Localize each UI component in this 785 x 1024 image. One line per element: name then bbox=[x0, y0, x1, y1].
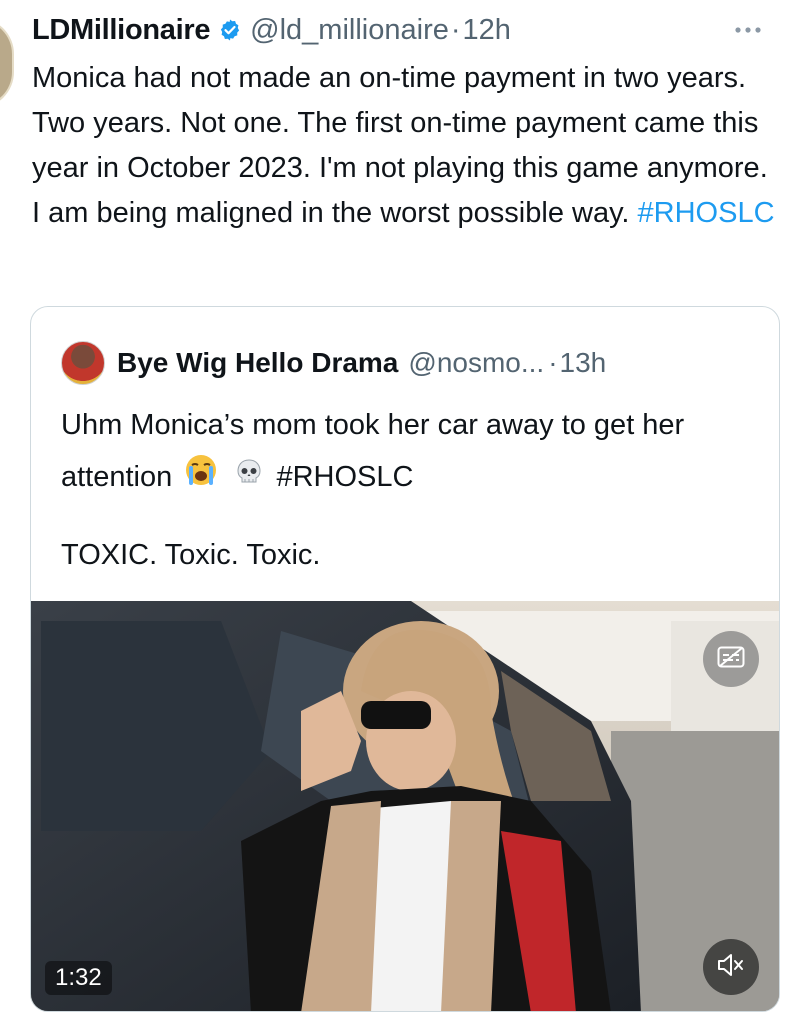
video-player[interactable]: 1:32 bbox=[31, 601, 779, 1011]
quoted-tweet-text-line: TOXIC. Toxic. Toxic. bbox=[61, 539, 321, 571]
skull-emoji bbox=[234, 452, 264, 504]
tweet-header: LDMillionaire @ld_millionaire · 12h bbox=[32, 6, 511, 54]
tweet-text: Monica had not made an on-time payment i… bbox=[32, 56, 777, 236]
quoted-tweet-text: Uhm Monica’s mom took her car away to ge… bbox=[61, 399, 761, 504]
author-handle[interactable]: @ld_millionaire bbox=[250, 14, 449, 47]
quoted-tweet-header: Bye Wig Hello Drama @nosmo... · 13h bbox=[61, 337, 606, 389]
author-avatar[interactable] bbox=[0, 18, 14, 108]
verified-badge-icon bbox=[218, 18, 242, 42]
author-display-name[interactable]: LDMillionaire bbox=[32, 14, 210, 47]
quoted-author-handle[interactable]: @nosmo... bbox=[408, 347, 544, 379]
quoted-time-separator: · bbox=[548, 347, 558, 378]
captions-button[interactable] bbox=[703, 631, 759, 687]
quoted-hashtag-link[interactable]: #RHOSLC bbox=[276, 461, 413, 493]
muted-speaker-icon bbox=[716, 952, 746, 983]
captions-icon bbox=[717, 646, 745, 673]
quoted-author-display-name[interactable]: Bye Wig Hello Drama bbox=[117, 347, 398, 379]
tweet-timestamp[interactable]: 12h bbox=[463, 14, 511, 47]
video-duration: 1:32 bbox=[45, 961, 112, 995]
video-frame bbox=[31, 601, 779, 1011]
loudly-crying-face-emoji bbox=[184, 452, 218, 504]
more-options-icon[interactable] bbox=[728, 18, 768, 42]
hashtag-link[interactable]: #RHOSLC bbox=[638, 197, 775, 229]
quoted-tweet-timestamp[interactable]: 13h bbox=[560, 347, 607, 379]
quoted-author-avatar[interactable] bbox=[61, 341, 105, 385]
quoted-tweet-card[interactable]: Bye Wig Hello Drama @nosmo... · 13h Uhm … bbox=[30, 306, 780, 1012]
time-separator: · bbox=[450, 13, 461, 46]
mute-button[interactable] bbox=[703, 939, 759, 995]
